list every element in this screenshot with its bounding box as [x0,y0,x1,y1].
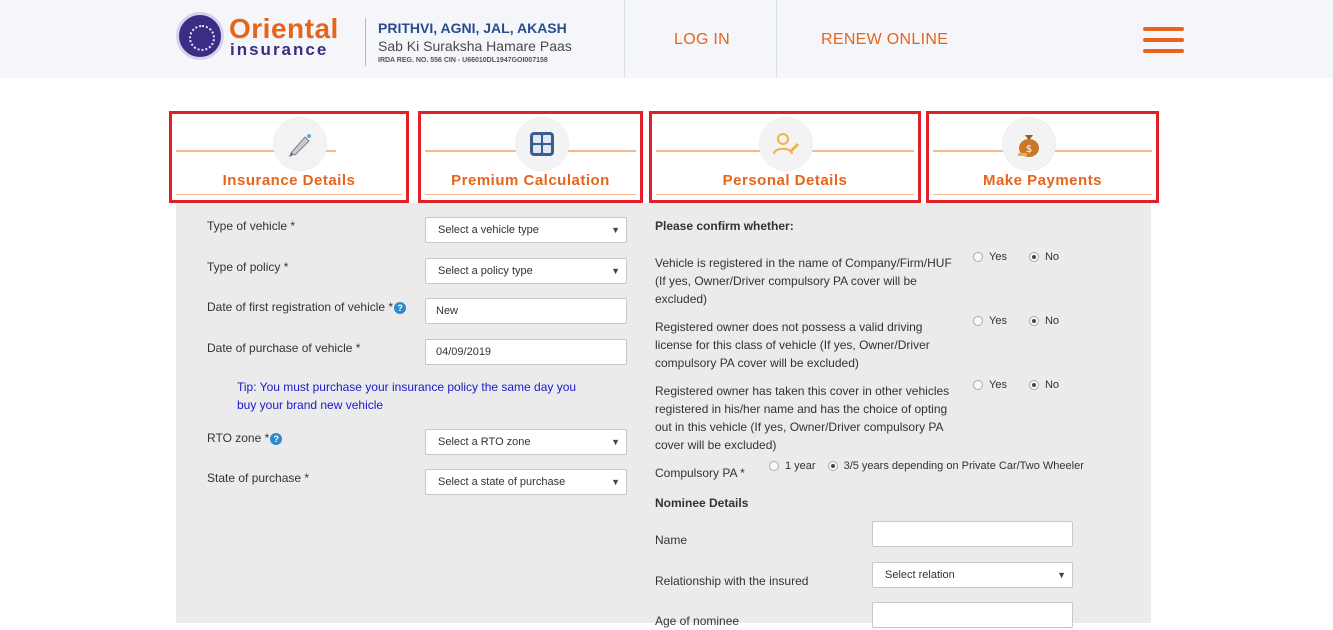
money-bag-icon: $ [1002,117,1056,171]
company-seal-logo[interactable] [176,12,224,60]
question-company-registration: Vehicle is registered in the name of Com… [655,256,952,306]
confirm-heading: Please confirm whether: [655,219,794,233]
vehicle-type-select[interactable]: Select a vehicle type [425,217,627,243]
user-edit-icon [759,117,813,171]
q3-yes-radio[interactable] [973,380,983,390]
help-icon[interactable]: ? [394,301,407,314]
pa-3-5-years-radio[interactable] [827,461,838,471]
compulsory-pa-label: Compulsory PA * [655,466,745,480]
tagline-sub: Sab Ki Suraksha Hamare Paas [378,38,572,54]
q1-no-radio[interactable] [1028,252,1039,262]
no-label: No [1044,379,1060,391]
q3-radio-group: Yes No [973,379,1059,391]
q1-radio-group: Yes No [973,251,1059,263]
policy-type-label: Type of policy * [207,260,289,274]
pa-3-5-years-label: 3/5 years depending on Private Car/Two W… [843,460,1084,472]
nominee-name-label: Name [655,533,688,547]
q1-yes-radio[interactable] [973,252,983,262]
step-label: Insurance Details [222,172,356,189]
pen-icon [273,117,327,171]
yes-label: Yes [989,315,1007,327]
renew-online-link[interactable]: RENEW ONLINE [821,31,948,49]
vehicle-type-label: Type of vehicle * [207,219,296,233]
login-link[interactable]: LOG IN [674,31,730,49]
step-label: Make Payments [982,172,1103,189]
pa-1-year-radio[interactable] [769,461,779,471]
nominee-age-label: Age of nominee [655,614,740,628]
registration-info: IRDA REG. NO. 556 CIN - U66010DL1947GOI0… [378,57,548,64]
question-other-vehicle-cover: Registered owner has taken this cover in… [655,384,950,452]
first-registration-label: Date of first registration of vehicle *? [207,300,407,314]
no-label: No [1044,315,1060,327]
step-personal-details[interactable]: Personal Details [649,111,921,203]
nav-separator [624,0,625,78]
question-driving-license: Registered owner does not possess a vali… [655,320,930,370]
state-of-purchase-select[interactable]: Select a state of purchase [425,469,627,495]
nominee-heading: Nominee Details [655,496,749,510]
q2-no-radio[interactable] [1028,316,1039,326]
step-label: Premium Calculation [451,172,610,189]
state-of-purchase-label: State of purchase * [207,471,310,485]
purchase-tip: Tip: You must purchase your insurance po… [237,380,577,412]
q2-yes-radio[interactable] [973,316,983,326]
brand-subname[interactable]: insurance [230,40,328,60]
relationship-select[interactable]: Select relation [872,562,1073,588]
yes-label: Yes [989,251,1007,263]
purchase-date-input[interactable]: 04/09/2019 [425,339,627,365]
policy-type-select[interactable]: Select a policy type [425,258,627,284]
logo-divider [365,18,366,66]
help-icon[interactable]: ? [270,432,283,445]
yes-label: Yes [989,379,1007,391]
compulsory-pa-radio-group: 1 year 3/5 years depending on Private Ca… [769,460,1084,472]
nominee-name-input[interactable] [872,521,1073,547]
menu-icon[interactable] [1143,27,1184,54]
relationship-label: Relationship with the insured [655,574,809,588]
purchase-date-label: Date of purchase of vehicle * [207,341,361,355]
step-make-payments[interactable]: $ Make Payments [926,111,1159,203]
rto-zone-select[interactable]: Select a RTO zone [425,429,627,455]
step-label: Personal Details [722,172,848,189]
site-header: Oriental insurance PRITHVI, AGNI, JAL, A… [0,0,1333,78]
nominee-age-input[interactable] [872,602,1073,628]
rto-zone-label: RTO zone *? [207,431,283,445]
nav-separator [776,0,777,78]
step-premium-calculation[interactable]: Premium Calculation [418,111,643,203]
q2-radio-group: Yes No [973,315,1059,327]
pa-1-year-label: 1 year [785,460,816,472]
no-label: No [1044,251,1060,263]
q3-no-radio[interactable] [1028,380,1039,390]
step-insurance-details[interactable]: Insurance Details [169,111,409,203]
first-registration-input[interactable]: New [425,298,627,324]
tagline-main: PRITHVI, AGNI, JAL, AKASH [378,20,567,36]
calculator-icon [515,117,569,171]
